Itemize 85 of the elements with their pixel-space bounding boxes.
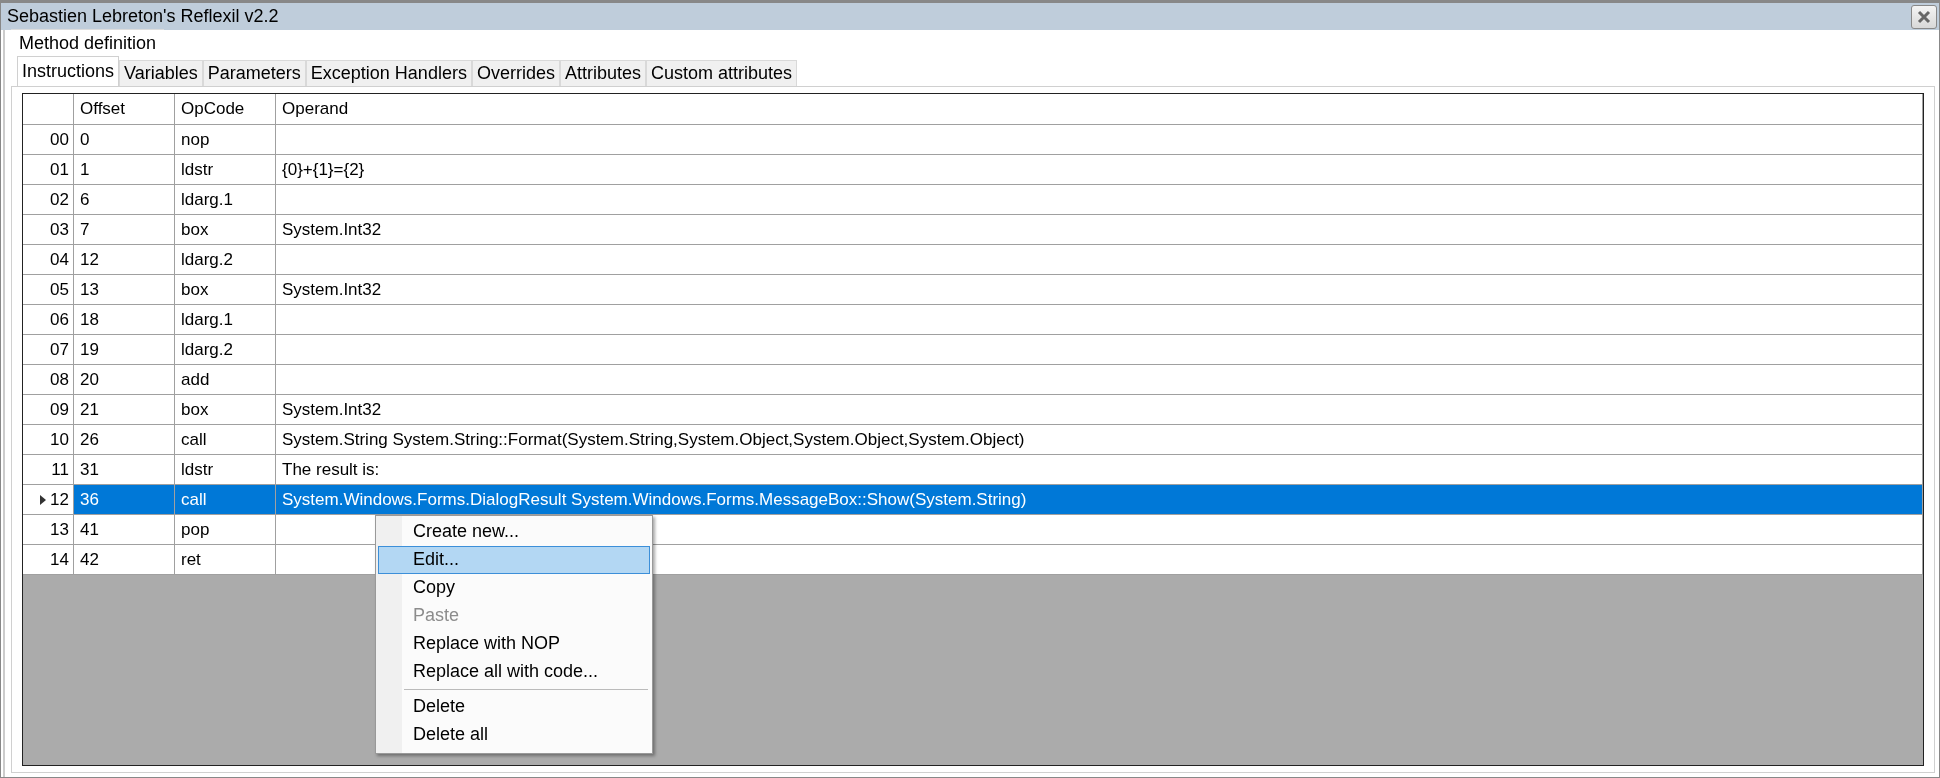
- row-number: 06: [50, 309, 69, 330]
- table-cell: add: [181, 369, 210, 390]
- table-cell: 42: [80, 549, 99, 570]
- table-cell: nop: [181, 129, 210, 150]
- row-number: 10: [50, 429, 69, 450]
- tab[interactable]: Exception Handlers: [305, 60, 472, 86]
- table-cell: 19: [80, 339, 99, 360]
- menu-item[interactable]: Edit...: [378, 546, 650, 574]
- table-cell: call: [181, 429, 207, 450]
- tab[interactable]: Custom attributes: [646, 60, 798, 86]
- table-cell: 13: [80, 279, 99, 300]
- row-number: 01: [50, 159, 69, 180]
- table-cell: ldarg.1: [181, 189, 233, 210]
- table-cell: 41: [80, 519, 99, 540]
- table-cell: System.String System.String::Format(System.String,System.Object,System.Object,System.Object): [282, 429, 1025, 450]
- table-cell: ldstr: [181, 459, 214, 480]
- table-cell: 7: [80, 219, 90, 240]
- table-row[interactable]: 00 0 nop: [23, 125, 1923, 155]
- table-cell: System.Windows.Forms.DialogResult System.Windows.Forms.MessageBox::Show(System.String): [282, 489, 1027, 510]
- table-cell: box: [181, 219, 209, 240]
- table-cell: call: [181, 489, 207, 510]
- tab[interactable]: Instructions: [17, 56, 120, 86]
- table-cell: 26: [80, 429, 99, 450]
- row-number: 07: [50, 339, 69, 360]
- row-number: 03: [50, 219, 69, 240]
- tab[interactable]: Variables: [119, 60, 203, 86]
- table-cell: ret: [181, 549, 201, 570]
- column-header[interactable]: OpCode: [175, 94, 276, 124]
- column-header[interactable]: Operand: [276, 94, 1923, 124]
- table-row[interactable]: 03 7 box System.Int32: [23, 215, 1923, 245]
- table-cell: pop: [181, 519, 210, 540]
- row-number: 09: [50, 399, 69, 420]
- menu-item[interactable]: Delete all: [378, 721, 650, 749]
- current-row-icon: [40, 494, 47, 505]
- table-cell: ldstr: [181, 159, 214, 180]
- menu-item[interactable]: Replace all with code...: [378, 658, 650, 686]
- table-cell: System.Int32: [282, 219, 382, 240]
- row-number: 12: [50, 489, 69, 510]
- table-cell: 1: [80, 159, 90, 180]
- row-number: 00: [50, 129, 69, 150]
- table-cell: 31: [80, 459, 99, 480]
- close-button[interactable]: [1911, 4, 1937, 29]
- table-row[interactable]: 10 26 call System.String System.String::Format(System.String,System.Object,System.Object,System.Object): [23, 425, 1923, 455]
- table-row[interactable]: 05 13 box System.Int32: [23, 275, 1923, 305]
- window-title: Sebastien Lebreton's Reflexil v2.2: [7, 6, 279, 27]
- tab[interactable]: Overrides: [471, 60, 560, 86]
- menu-item[interactable]: Delete: [378, 693, 650, 721]
- table-cell: 36: [80, 489, 99, 510]
- table-row[interactable]: 11 31 ldstr The result is:: [23, 455, 1923, 485]
- table-cell: ldarg.2: [181, 249, 233, 270]
- tab[interactable]: Attributes: [559, 60, 646, 86]
- row-number: 14: [50, 549, 69, 570]
- table-row[interactable]: 12 36 call System.Windows.Forms.DialogResult System.Windows.Forms.MessageBox::Show(System.String): [23, 485, 1923, 515]
- menu-item[interactable]: Replace with NOP: [378, 630, 650, 658]
- table-cell: 18: [80, 309, 99, 330]
- table-row[interactable]: 04 12 ldarg.2: [23, 245, 1923, 275]
- table-row[interactable]: 09 21 box System.Int32: [23, 395, 1923, 425]
- row-number: 05: [50, 279, 69, 300]
- table-cell: 6: [80, 189, 90, 210]
- table-row[interactable]: 01 1 ldstr {0}+{1}={2}: [23, 155, 1923, 185]
- table-cell: ldarg.2: [181, 339, 233, 360]
- column-header[interactable]: Offset: [74, 94, 175, 124]
- table-cell: 21: [80, 399, 99, 420]
- table-cell: System.Int32: [282, 279, 382, 300]
- table-row[interactable]: 07 19 ldarg.2: [23, 335, 1923, 365]
- row-number: 11: [51, 459, 69, 480]
- row-number: 02: [50, 189, 69, 210]
- row-number: 08: [50, 369, 69, 390]
- table-cell: System.Int32: [282, 399, 382, 420]
- table-cell: ldarg.1: [181, 309, 233, 330]
- table-cell: box: [181, 279, 209, 300]
- table-cell: 20: [80, 369, 99, 390]
- table-cell: 0: [80, 129, 90, 150]
- table-cell: 12: [80, 249, 99, 270]
- table-row[interactable]: 02 6 ldarg.1: [23, 185, 1923, 215]
- row-number: 04: [50, 249, 69, 270]
- table-row[interactable]: 08 20 add: [23, 365, 1923, 395]
- table-row[interactable]: 06 18 ldarg.1: [23, 305, 1923, 335]
- row-number: 13: [50, 519, 69, 540]
- table-cell: {0}+{1}={2}: [282, 159, 365, 180]
- table-cell: The result is:: [282, 459, 380, 480]
- tab[interactable]: Parameters: [202, 60, 306, 86]
- table-cell: box: [181, 399, 209, 420]
- menu-item[interactable]: Copy: [378, 574, 650, 602]
- menu-item[interactable]: Create new...: [378, 518, 650, 546]
